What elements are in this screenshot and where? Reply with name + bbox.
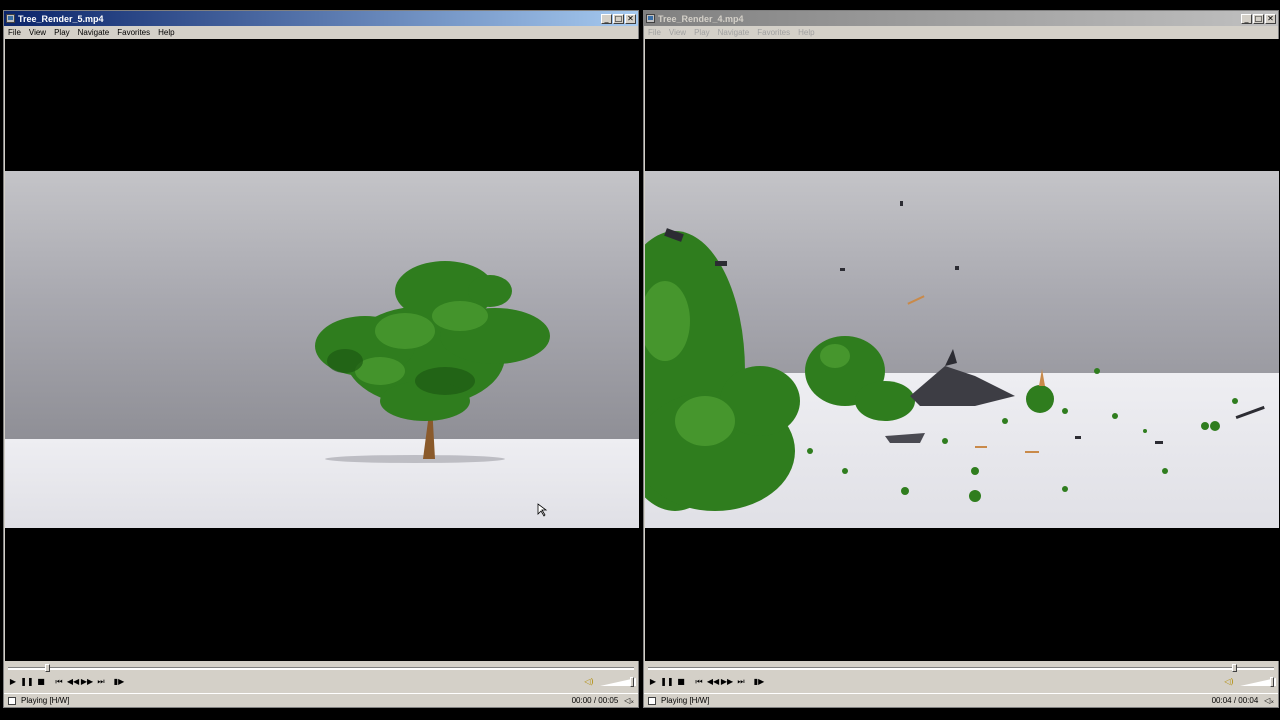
stop-icon[interactable]: ■	[674, 676, 688, 688]
mute-icon[interactable]: ◁ₓ	[1264, 696, 1274, 705]
menu-help[interactable]: Help	[154, 28, 178, 37]
maximize-button[interactable]: □	[613, 13, 624, 24]
fast-forward-icon[interactable]: ▶▶	[720, 676, 734, 688]
video-frame	[645, 171, 1279, 528]
menu-view[interactable]: View	[665, 28, 690, 37]
video-frame	[5, 171, 639, 528]
window-title: Tree_Render_4.mp4	[658, 13, 744, 24]
skip-back-icon[interactable]: ⏮	[52, 676, 66, 688]
transport-controls: ▶ ❚❚ ■ ⏮ ◀◀ ▶▶ ⏭ ▮▶ ◁)	[6, 675, 636, 689]
minimize-button[interactable]: _	[601, 13, 612, 24]
video-display[interactable]	[5, 39, 639, 661]
playback-status: Playing [H/W]	[21, 696, 70, 705]
frame-step-icon[interactable]: ▮▶	[112, 676, 126, 688]
window-title: Tree_Render_5.mp4	[18, 13, 104, 24]
frame-step-icon[interactable]: ▮▶	[752, 676, 766, 688]
speaker-icon[interactable]: ◁)	[582, 676, 596, 688]
stop-icon[interactable]: ■	[34, 676, 48, 688]
tree-destruction-scene	[645, 201, 1265, 511]
skip-back-icon[interactable]: ⏮	[692, 676, 706, 688]
time-display: 00:00 / 00:05	[571, 696, 619, 705]
menu-play[interactable]: Play	[50, 28, 74, 37]
media-player-window-right: Tree_Render_4.mp4 _ □ ✕ File View Play N…	[643, 10, 1279, 708]
mute-icon[interactable]: ◁ₓ	[624, 696, 634, 705]
menu-bar: File View Play Navigate Favorites Help	[644, 26, 1278, 38]
status-bar: Playing [H/W] 00:00 / 00:05 ◁ₓ	[4, 693, 638, 707]
volume-thumb[interactable]	[630, 677, 634, 687]
status-bar: Playing [H/W] 00:04 / 00:04 ◁ₓ	[644, 693, 1278, 707]
play-icon[interactable]: ▶	[6, 676, 20, 688]
time-display: 00:04 / 00:04	[1211, 696, 1259, 705]
volume-slider[interactable]	[1240, 677, 1276, 687]
title-bar[interactable]: Tree_Render_5.mp4 _ □ ✕	[4, 11, 638, 26]
skip-forward-icon[interactable]: ⏭	[94, 676, 108, 688]
status-icon	[648, 696, 656, 705]
menu-favorites[interactable]: Favorites	[113, 28, 154, 37]
menu-navigate[interactable]: Navigate	[714, 28, 754, 37]
skip-forward-icon[interactable]: ⏭	[734, 676, 748, 688]
rewind-icon[interactable]: ◀◀	[706, 676, 720, 688]
media-player-window-left: Tree_Render_5.mp4 _ □ ✕ File View Play N…	[3, 10, 639, 708]
volume-thumb[interactable]	[1270, 677, 1274, 687]
playback-status: Playing [H/W]	[661, 696, 710, 705]
title-bar[interactable]: Tree_Render_4.mp4 _ □ ✕	[644, 11, 1278, 26]
pause-icon[interactable]: ❚❚	[660, 676, 674, 688]
volume-slider[interactable]	[600, 677, 636, 687]
video-display[interactable]	[645, 39, 1279, 661]
menu-navigate[interactable]: Navigate	[74, 28, 114, 37]
tree-render-scene	[315, 261, 550, 517]
app-icon	[6, 14, 15, 23]
menu-file[interactable]: File	[644, 28, 665, 37]
speaker-icon[interactable]: ◁)	[1222, 676, 1236, 688]
menu-file[interactable]: File	[4, 28, 25, 37]
pause-icon[interactable]: ❚❚	[20, 676, 34, 688]
menu-help[interactable]: Help	[794, 28, 818, 37]
close-button[interactable]: ✕	[1265, 13, 1276, 24]
menu-favorites[interactable]: Favorites	[753, 28, 794, 37]
transport-controls: ▶ ❚❚ ■ ⏮ ◀◀ ▶▶ ⏭ ▮▶ ◁)	[646, 675, 1276, 689]
seek-thumb[interactable]	[45, 664, 50, 672]
seek-bar[interactable]	[648, 664, 1274, 672]
status-icon	[8, 696, 16, 705]
close-button[interactable]: ✕	[625, 13, 636, 24]
seek-bar[interactable]	[8, 664, 634, 672]
menu-view[interactable]: View	[25, 28, 50, 37]
menu-bar: File View Play Navigate Favorites Help	[4, 26, 638, 38]
minimize-button[interactable]: _	[1241, 13, 1252, 24]
rewind-icon[interactable]: ◀◀	[66, 676, 80, 688]
play-icon[interactable]: ▶	[646, 676, 660, 688]
seek-thumb[interactable]	[1232, 664, 1237, 672]
app-icon	[646, 14, 655, 23]
menu-play[interactable]: Play	[690, 28, 714, 37]
fast-forward-icon[interactable]: ▶▶	[80, 676, 94, 688]
maximize-button[interactable]: □	[1253, 13, 1264, 24]
